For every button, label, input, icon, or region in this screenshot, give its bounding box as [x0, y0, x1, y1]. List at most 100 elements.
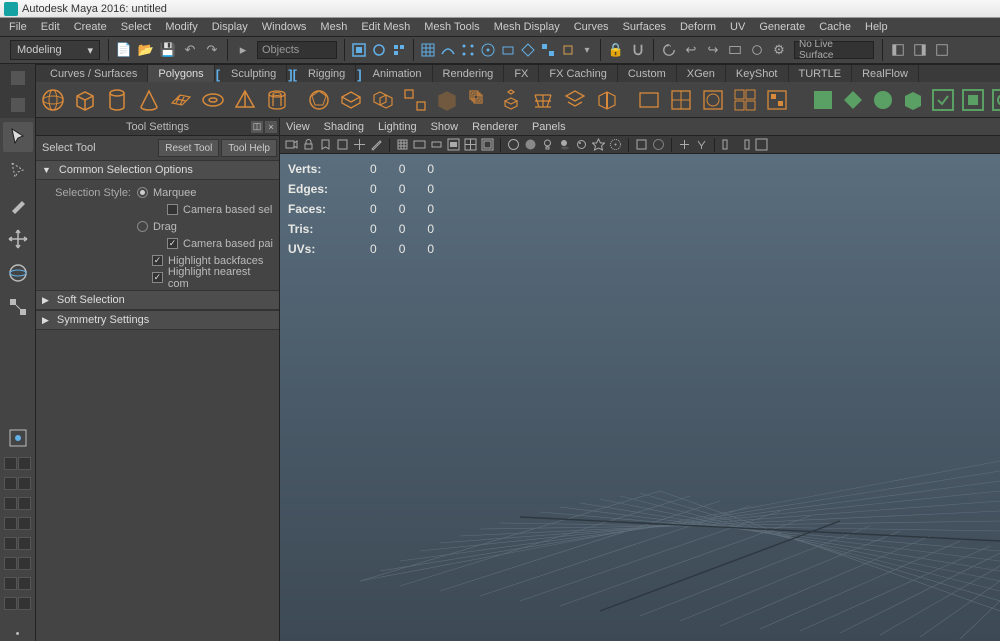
shelf-tab-animation[interactable]: Animation [363, 65, 433, 82]
sidebar-toggle-1-icon[interactable] [888, 40, 908, 60]
menu-windows[interactable]: Windows [255, 19, 314, 35]
layout-two-side-icon[interactable] [3, 477, 33, 493]
uv-planar-icon[interactable] [636, 86, 662, 114]
poly-cone-icon[interactable] [136, 86, 162, 114]
plugin-1-icon[interactable] [810, 87, 836, 113]
shelf-tab-polygons[interactable]: Polygons [148, 65, 214, 82]
menu-select[interactable]: Select [114, 19, 159, 35]
vp-use-lights-icon[interactable] [540, 137, 555, 152]
poly-bridge-icon[interactable] [530, 86, 556, 114]
checkbox-highlight-backfaces[interactable] [152, 255, 163, 266]
shelf-tab-keyshot[interactable]: KeyShot [726, 65, 789, 82]
section-common-options[interactable]: ▼ Common Selection Options [36, 160, 279, 180]
poly-bevel-icon[interactable] [562, 86, 588, 114]
reset-tool-button[interactable]: Reset Tool [158, 139, 219, 157]
save-scene-icon[interactable]: 💾 [158, 40, 178, 60]
menu-set-selector[interactable]: Modeling ▾ [10, 40, 100, 60]
shelf-tab-turtle[interactable]: TURTLE [789, 65, 853, 82]
select-mode-icon[interactable]: ▸ [233, 40, 253, 60]
shelf-tab-fx-caching[interactable]: FX Caching [539, 65, 617, 82]
scale-tool-icon[interactable] [3, 292, 33, 322]
vp-menu-shading[interactable]: Shading [324, 121, 364, 133]
output-icon[interactable]: ↪ [703, 40, 723, 60]
uv-editor-icon[interactable] [764, 86, 790, 114]
poly-torus-icon[interactable] [200, 86, 226, 114]
poly-mirror-icon[interactable] [594, 86, 620, 114]
rotate-tool-icon[interactable] [3, 258, 33, 288]
layout-custom-2-icon[interactable] [3, 557, 33, 573]
poly-combine-icon[interactable] [370, 86, 396, 114]
vp-lock-camera-icon[interactable] [301, 137, 316, 152]
vp-misc-2-icon[interactable] [737, 137, 752, 152]
vp-shading-1-icon[interactable] [574, 137, 589, 152]
vp-bookmark-icon[interactable] [318, 137, 333, 152]
snap-curve-icon[interactable] [439, 41, 457, 59]
shelf-tab-sculpting[interactable]: Sculpting [221, 65, 287, 82]
menu-create[interactable]: Create [67, 19, 114, 35]
radio-marquee[interactable] [137, 187, 148, 198]
uv-cylindrical-icon[interactable] [668, 86, 694, 114]
menu-surfaces[interactable]: Surfaces [616, 19, 673, 35]
lasso-tool-icon[interactable] [3, 156, 33, 186]
lock-icon[interactable]: 🔒 [606, 40, 626, 60]
snap-view-plane-icon[interactable] [499, 41, 517, 59]
plugin-5-icon[interactable] [930, 87, 956, 113]
move-tool-icon[interactable] [3, 224, 33, 254]
menu-modify[interactable]: Modify [158, 19, 204, 35]
live-surface-field[interactable]: No Live Surface [794, 41, 874, 59]
menu-deform[interactable]: Deform [673, 19, 723, 35]
shelf-tab-realflow[interactable]: RealFlow [852, 65, 919, 82]
plugin-4-icon[interactable] [900, 87, 926, 113]
poly-extrude-icon[interactable] [498, 86, 524, 114]
poly-plane-icon[interactable] [168, 86, 194, 114]
poly-pipe-icon[interactable] [264, 86, 290, 114]
uv-spherical-icon[interactable] [700, 86, 726, 114]
plugin-7-icon[interactable] [990, 87, 1000, 113]
vp-menu-renderer[interactable]: Renderer [472, 121, 518, 133]
shelf-tab-fx[interactable]: FX [504, 65, 539, 82]
menu-mesh[interactable]: Mesh [313, 19, 354, 35]
vp-grid-icon[interactable] [395, 137, 410, 152]
ipr-icon[interactable] [747, 40, 767, 60]
snap-live-icon[interactable] [519, 41, 537, 59]
checkbox-highlight-nearest[interactable] [152, 272, 163, 283]
section-symmetry-settings[interactable]: ▶ Symmetry Settings [36, 310, 279, 330]
layout-four-icon[interactable] [3, 457, 33, 473]
select-tool-icon[interactable] [3, 122, 33, 152]
sidebar-toggle-2-icon[interactable] [910, 40, 930, 60]
paint-select-tool-icon[interactable] [3, 190, 33, 220]
menu-uv[interactable]: UV [723, 19, 752, 35]
snap-projected-center-icon[interactable] [479, 41, 497, 59]
undo-icon[interactable]: ↶ [180, 40, 200, 60]
layout-custom-1-icon[interactable] [3, 537, 33, 553]
menu-generate[interactable]: Generate [752, 19, 812, 35]
checkbox-camera-sel[interactable] [167, 204, 178, 215]
snap-misc-icon[interactable] [559, 41, 577, 59]
poly-cylinder-icon[interactable] [104, 86, 130, 114]
vp-shading-2-icon[interactable] [591, 137, 606, 152]
menu-display[interactable]: Display [205, 19, 255, 35]
vp-smooth-shade-icon[interactable] [523, 137, 538, 152]
vp-2d-pan-icon[interactable] [352, 137, 367, 152]
render-icon[interactable] [725, 40, 745, 60]
select-by-hierarchy-icon[interactable] [350, 41, 368, 59]
radio-drag[interactable] [137, 221, 148, 232]
vp-exposure-icon[interactable] [677, 137, 692, 152]
layout-custom-4-icon[interactable] [3, 597, 33, 613]
menu-edit-mesh[interactable]: Edit Mesh [354, 19, 417, 35]
poly-sphere-icon[interactable] [40, 86, 66, 114]
vp-film-gate-icon[interactable] [412, 137, 427, 152]
menu-file[interactable]: File [2, 19, 34, 35]
poly-separate-icon[interactable] [402, 86, 428, 114]
select-by-object-icon[interactable] [370, 41, 388, 59]
vp-misc-3-icon[interactable] [754, 137, 769, 152]
tool-help-button[interactable]: Tool Help [221, 139, 277, 157]
vp-image-plane-icon[interactable] [335, 137, 350, 152]
vp-xray-icon[interactable] [651, 137, 666, 152]
menu-edit[interactable]: Edit [34, 19, 67, 35]
vp-menu-show[interactable]: Show [431, 121, 459, 133]
vp-safe-action-icon[interactable] [480, 137, 495, 152]
plugin-6-icon[interactable] [960, 87, 986, 113]
poly-cube-icon[interactable] [72, 86, 98, 114]
vp-wireframe-icon[interactable] [506, 137, 521, 152]
